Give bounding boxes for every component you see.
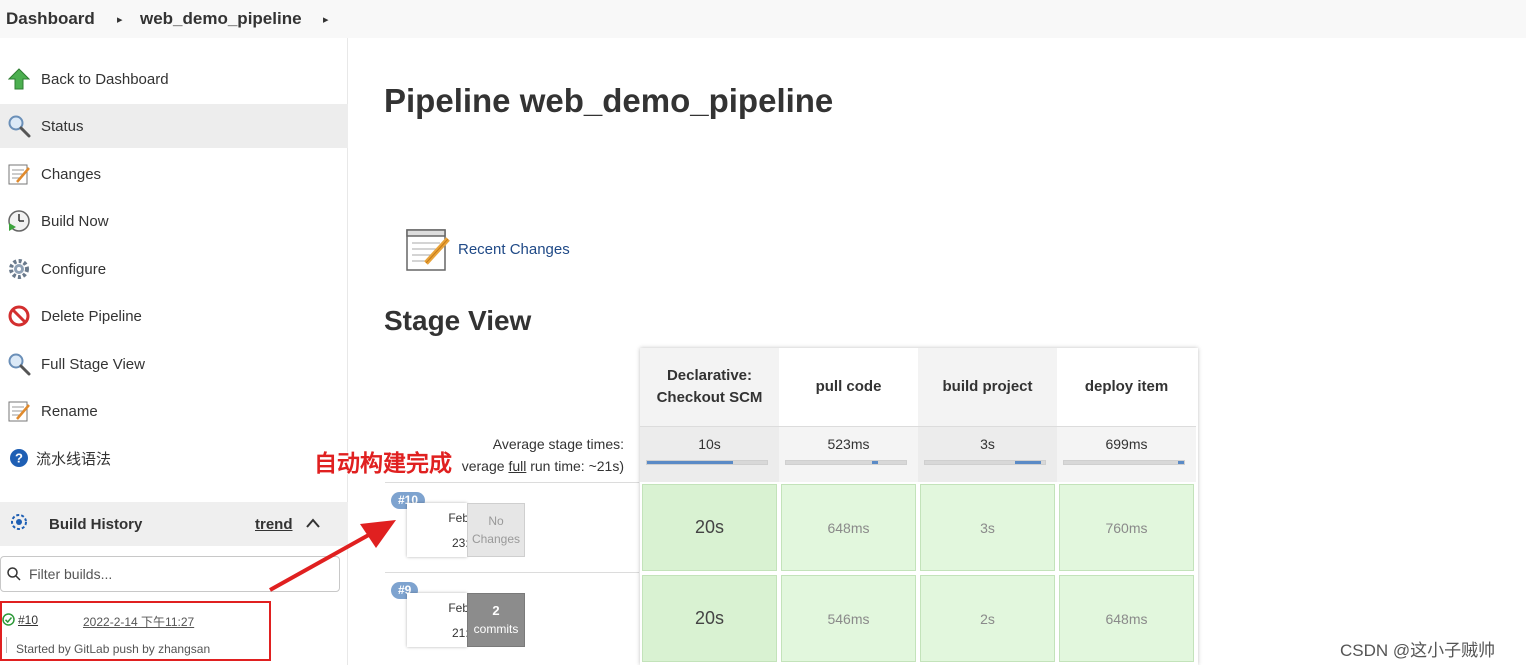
stage-header: deploy item — [1084, 378, 1169, 395]
sidebar-item-status[interactable]: Status — [0, 104, 348, 148]
build-date-link[interactable]: 2022-2-14 下午11:27 — [83, 613, 194, 630]
magnifier-icon — [7, 352, 31, 376]
stage-avg: 699ms — [1057, 426, 1196, 482]
up-arrow-icon — [7, 67, 31, 91]
stage-header: pull code — [815, 378, 882, 395]
stage-avg-track — [1063, 460, 1185, 465]
annotation-text: 自动构建完成 — [314, 450, 452, 476]
sidebar-item-label: Full Stage View — [41, 355, 145, 373]
build-history-row[interactable]: #10 2022-2-14 下午11:27 Started by GitLab … — [0, 601, 271, 661]
stage-avg-time: 10s — [698, 436, 721, 452]
stage-avg: 10s — [640, 426, 779, 482]
stage-cell[interactable]: 648ms — [781, 484, 916, 571]
run-row[interactable]: #9 Feb 14 21:43 2 commits — [385, 572, 639, 660]
search-icon — [7, 567, 21, 586]
stage-view-title: Stage View — [384, 305, 532, 336]
stage-avg-fill — [872, 461, 879, 464]
sidebar-item-delete-pipeline[interactable]: Delete Pipeline — [0, 294, 348, 338]
stage-cell[interactable]: 546ms — [781, 575, 916, 662]
changes-line-1: 2 — [492, 603, 500, 618]
sidebar-item-label: Delete Pipeline — [41, 307, 142, 325]
notepad-icon — [7, 162, 31, 186]
divider — [6, 637, 7, 653]
stage-header: build project — [918, 348, 1057, 426]
stage-avg: 523ms — [779, 426, 918, 482]
gear-icon — [7, 257, 31, 281]
stage-cell[interactable]: 3s — [920, 484, 1055, 571]
stage-cell[interactable]: 2s — [920, 575, 1055, 662]
run-row[interactable]: #10 Feb 14 23:27 No Changes — [385, 482, 639, 570]
stage-avg-track — [785, 460, 907, 465]
sidebar-item-build-now[interactable]: Build Now — [0, 199, 348, 243]
chevron-right-icon[interactable]: ▸ — [323, 13, 329, 26]
stage-avg-fill — [647, 461, 733, 464]
watermark: CSDN @这小子贼帅 — [1340, 641, 1496, 660]
changes-line-1: No — [488, 514, 504, 528]
stage-avg-fill — [1015, 461, 1041, 464]
stage-avg: 3s — [918, 426, 1057, 482]
breadcrumb-dashboard[interactable]: Dashboard — [6, 9, 95, 29]
sidebar-item-label: Changes — [41, 165, 102, 183]
stage-avg-fill — [1178, 461, 1184, 464]
run-commits-button[interactable]: 2 commits — [467, 593, 525, 647]
sidebar-item-changes[interactable]: Changes — [0, 152, 348, 196]
no-entry-icon — [7, 304, 31, 328]
sidebar-item-label: Status — [41, 117, 84, 135]
annotation-arrow-icon — [262, 510, 402, 600]
notepad-icon[interactable] — [404, 225, 452, 278]
changes-line-2: Changes — [471, 532, 521, 546]
stage-avg-time: 523ms — [827, 436, 870, 452]
success-check-icon — [2, 613, 15, 631]
sidebar-item-rename[interactable]: Rename — [0, 389, 348, 433]
build-history-icon — [8, 511, 30, 538]
recent-changes-link[interactable]: Recent Changes — [458, 241, 570, 258]
stage-avg-time: 699ms — [1105, 436, 1148, 452]
svg-text:?: ? — [15, 451, 23, 466]
stage-cell[interactable]: 648ms — [1059, 575, 1194, 662]
avg-stage-times-label: Average stage times: — [492, 436, 624, 452]
stage-avg-track — [646, 460, 768, 465]
sidebar-item-configure[interactable]: Configure — [0, 247, 348, 291]
clock-play-icon — [7, 209, 31, 233]
full-link[interactable]: full — [508, 458, 526, 474]
run-date-box: Feb 14 21:43 — [407, 593, 486, 647]
notepad-icon — [7, 399, 31, 423]
breadcrumb: Dashboard ▸ web_demo_pipeline ▸ — [0, 0, 1526, 38]
build-number-link[interactable]: #10 — [18, 613, 38, 627]
sidebar-item-label: Rename — [41, 402, 98, 420]
avg-full-suffix: run time: ~21s) — [526, 458, 624, 474]
avg-full-prefix: verage — [461, 458, 509, 474]
changes-line-2: commits — [473, 622, 519, 636]
sidebar-item-full-stage-view[interactable]: Full Stage View — [0, 342, 348, 386]
stage-header: Declarative: Checkout SCM — [640, 348, 779, 426]
sidebar-item-label: Build Now — [41, 212, 109, 230]
sidebar-item-pipeline-syntax[interactable]: ? 流水线语法 — [0, 436, 348, 480]
sidebar-item-label: Configure — [41, 260, 107, 278]
stage-cell[interactable]: 760ms — [1059, 484, 1194, 571]
sidebar-item-label: Back to Dashboard — [41, 70, 169, 88]
run-changes: No Changes — [467, 503, 525, 557]
stage-cell[interactable]: 20s — [642, 484, 777, 571]
stage-view-grid: Declarative: Checkout SCM 10s 20s 20s pu… — [640, 348, 1198, 665]
stage-avg-track — [924, 460, 1046, 465]
sidebar-item-back-to-dashboard[interactable]: Back to Dashboard — [0, 57, 348, 101]
stage-avg-time: 3s — [980, 436, 995, 452]
magnifier-icon — [7, 114, 31, 138]
page-title: Pipeline web_demo_pipeline — [384, 82, 834, 119]
breadcrumb-pipeline[interactable]: web_demo_pipeline — [140, 9, 302, 29]
help-icon: ? — [7, 446, 31, 470]
stage-cell[interactable]: 20s — [642, 575, 777, 662]
build-history-title: Build History — [49, 515, 143, 533]
run-date-box: Feb 14 23:27 — [407, 503, 486, 557]
build-cause: Started by GitLab push by zhangsan — [16, 642, 211, 656]
chevron-right-icon[interactable]: ▸ — [117, 13, 123, 26]
avg-full-run-time: verage full run time: ~21s) — [462, 458, 624, 474]
sidebar-item-label: 流水线语法 — [36, 450, 112, 468]
